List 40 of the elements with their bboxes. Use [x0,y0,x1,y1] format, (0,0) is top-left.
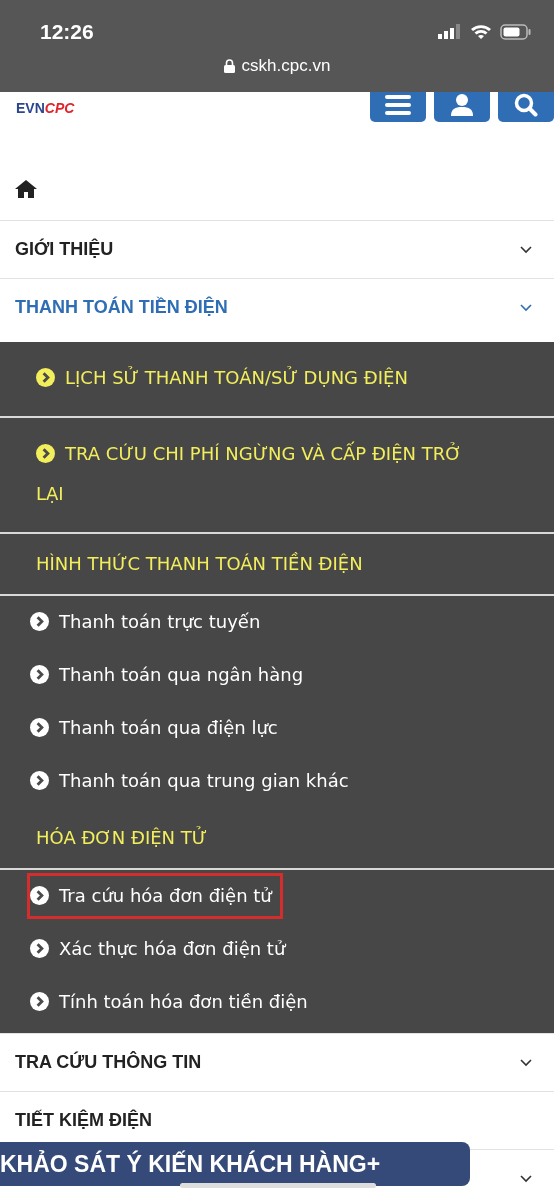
survey-banner[interactable]: KHẢO SÁT Ý KIẾN KHÁCH HÀNG+ [0,1142,470,1186]
arrow-circle-icon [30,992,49,1011]
logo-text[interactable]: CPC [44,100,75,116]
submenu-link[interactable]: Thanh toán qua ngân hàng [30,655,312,695]
menu-item[interactable]: THANH TOÁN TIỀN ĐIỆN [15,297,228,318]
menu-icon [385,95,411,115]
user-icon [450,94,474,116]
submenu-link[interactable]: LỊCH SỬ THANH TOÁN/SỬ DỤNG ĐIỆN [36,358,464,398]
submenu-link[interactable]: Thanh toán qua trung gian khác [30,761,357,801]
home-icon[interactable] [15,180,37,198]
submenu-link[interactable]: Tra cứu hóa đơn điện tử [30,876,280,916]
battery-icon [500,24,532,40]
logo-text[interactable]: EVN [16,100,45,116]
section-heading: HÓA ĐƠN ĐIỆN TỬ [36,825,209,850]
arrow-circle-icon [30,939,49,958]
chevron-icon[interactable] [520,245,532,254]
menu-item[interactable]: GIỚI THIỆU [15,239,114,260]
address-text[interactable]: cskh.cpc.vn [241,56,331,76]
menu-item[interactable]: TIẾT KIỆM ĐIỆN [15,1110,152,1131]
submenu-link[interactable]: Xác thực hóa đơn điện tử [30,929,294,969]
menu-item[interactable]: TRA CỨU THÔNG TIN [15,1052,202,1073]
status-time: 12:26 [40,20,94,44]
submenu-link[interactable]: Thanh toán trực tuyến [30,602,269,642]
signal-icon [438,24,462,40]
chevron-icon[interactable] [520,1174,532,1183]
arrow-circle-icon [30,771,49,790]
lock-icon [223,59,235,73]
section-heading: HÌNH THỨC THANH TOÁN TIỀN ĐIỆN [36,551,364,576]
arrow-circle-icon [30,665,49,684]
arrow-circle-icon [30,886,49,905]
search-icon [514,93,538,117]
wifi-icon [470,24,492,40]
submenu-link[interactable]: Thanh toán qua điện lực [30,708,286,748]
arrow-circle-icon [30,612,49,631]
submenu-link[interactable]: Tính toán hóa đơn tiền điện [30,982,316,1022]
arrow-circle-icon [30,718,49,737]
arrow-circle-icon [36,444,55,463]
submenu-link[interactable]: TRA CỨU CHI PHÍ NGỪNG VÀ CẤP ĐIỆN TRỞ LẠI [36,434,464,514]
arrow-circle-icon [36,368,55,387]
chevron-icon[interactable] [520,1058,532,1067]
